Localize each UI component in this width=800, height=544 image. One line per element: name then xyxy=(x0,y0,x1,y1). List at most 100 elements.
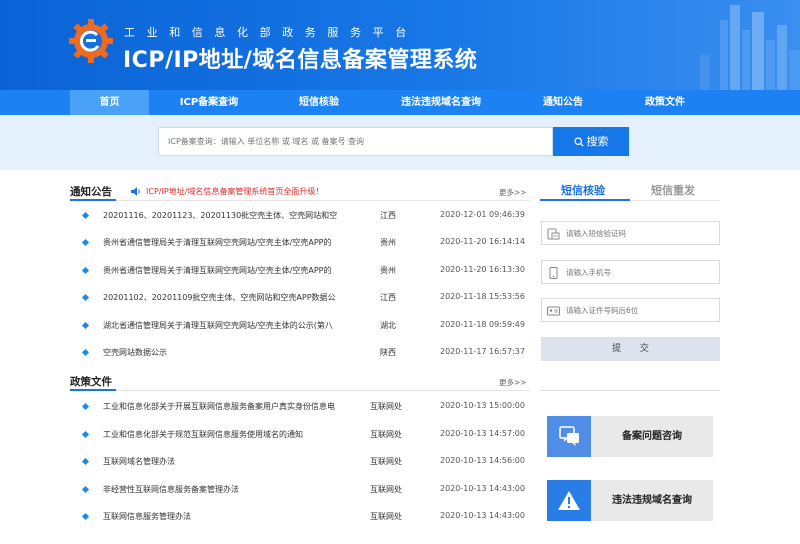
phone-input[interactable] xyxy=(566,264,716,280)
header-subtitle: 工业和信息化部政务服务平台 xyxy=(124,26,418,39)
nav-item-policies[interactable]: 政策文件 xyxy=(624,90,706,115)
policy-row[interactable]: 工业和信息化部关于开展互联网信息服务备案用户真实身份信息电 互联网处 2020-10… xyxy=(70,400,530,414)
policy-title[interactable]: 工业和信息化部关于规范互联网信息服务使用域名的通知 xyxy=(103,429,343,440)
policy-date: 2020-10-13 15:00:00 xyxy=(440,401,525,410)
nav-item-sms-verify[interactable]: 短信核验 xyxy=(280,90,358,115)
nav-item-icp-query[interactable]: ICP备案查询 xyxy=(160,90,258,115)
policy-date: 2020-10-13 14:43:00 xyxy=(440,511,525,520)
policy-department: 互联网处 xyxy=(370,512,402,521)
speaker-icon xyxy=(131,187,140,196)
bullet-icon xyxy=(81,293,90,302)
notices-underline xyxy=(70,199,116,201)
notice-marquee[interactable]: ICP/IP地址/域名信息备案管理系统首页全面升级！ xyxy=(146,186,323,197)
consult-card[interactable]: 备案问题咨询 xyxy=(547,416,713,457)
bullet-icon xyxy=(81,348,90,357)
policy-department: 互联网处 xyxy=(370,485,402,494)
sms-code-input[interactable] xyxy=(566,225,716,241)
city-skyline-decoration xyxy=(700,5,800,90)
illegal-domain-card[interactable]: 违法违规域名查询 xyxy=(547,480,713,521)
chat-bubble-icon xyxy=(547,416,591,457)
policy-title[interactable]: 互联网信息服务管理办法 xyxy=(103,511,343,522)
nav-item-notices[interactable]: 通知公告 xyxy=(522,90,604,115)
search-button[interactable]: 搜索 xyxy=(553,127,629,156)
id-card-icon xyxy=(547,306,560,316)
notice-row[interactable]: 空壳网站数据公示 陕西 2020-11-17 16:57:37 xyxy=(70,346,530,360)
notice-row[interactable]: 20201102、20201109批空壳主体、空壳网站和空壳APP数据公 江西 20… xyxy=(70,291,530,305)
notice-region: 湖北 xyxy=(380,321,396,330)
nav-item-home[interactable]: 首页 xyxy=(70,90,149,115)
submit-button[interactable]: 提 交 xyxy=(541,337,720,361)
tab-sms-resend[interactable]: 短信重发 xyxy=(651,182,695,198)
notices-title: 通知公告 xyxy=(70,186,112,198)
notice-title[interactable]: 贵州省通信管理局关于清理互联网空壳网站/空壳主体/空壳APP的 xyxy=(103,265,343,276)
notice-date: 2020-11-18 09:59:49 xyxy=(440,320,525,329)
notice-region: 江西 xyxy=(380,293,396,302)
search-icon xyxy=(573,137,584,147)
bullet-icon xyxy=(81,211,90,220)
policies-underline xyxy=(70,389,116,391)
notice-region: 贵州 xyxy=(380,238,396,247)
policies-title: 政策文件 xyxy=(70,376,112,388)
main-nav: 首页 ICP备案查询 短信核验 违法违规域名查询 通知公告 政策文件 xyxy=(0,90,800,115)
policy-row[interactable]: 非经营性互联网信息服务备案管理办法 互联网处 2020-10-13 14:43:00 xyxy=(70,483,530,497)
bullet-icon xyxy=(81,238,90,247)
policy-date: 2020-10-13 14:43:00 xyxy=(440,484,525,493)
notice-title[interactable]: 贵州省通信管理局关于清理互联网空壳网站/空壳主体/空壳APP的 xyxy=(103,237,343,248)
notice-row[interactable]: 20201116、20201123、20201130批空壳主体、空壳网站和空 江西… xyxy=(70,209,530,223)
policy-title[interactable]: 非经营性互联网信息服务备案管理办法 xyxy=(103,484,343,495)
policies-divider xyxy=(70,390,530,391)
site-header: 工业和信息化部政务服务平台 ICP/IP地址/域名信息备案管理系统 xyxy=(0,0,800,90)
notice-row[interactable]: 湖北省通信管理局关于清理互联网空壳网站/空壳主体的公示(第八 湖北 2020-11-… xyxy=(70,319,530,333)
policy-department: 互联网处 xyxy=(370,402,402,411)
sms-tab-underline xyxy=(540,199,630,201)
icp-search-input[interactable] xyxy=(158,127,553,156)
policy-row[interactable]: 工业和信息化部关于规范互联网信息服务使用域名的通知 互联网处 2020-10-13 … xyxy=(70,428,530,442)
id-number-field xyxy=(541,298,720,322)
notice-region: 陕西 xyxy=(380,348,396,357)
notice-title[interactable]: 20201116、20201123、20201130批空壳主体、空壳网站和空 xyxy=(103,210,343,221)
sms-code-field xyxy=(541,221,720,245)
policy-date: 2020-10-13 14:57:00 xyxy=(440,429,525,438)
notice-region: 江西 xyxy=(380,211,396,220)
notices-divider xyxy=(70,200,530,201)
notice-date: 2020-11-20 16:14:14 xyxy=(440,237,525,246)
policy-row[interactable]: 互联网信息服务管理办法 互联网处 2020-10-13 14:43:00 xyxy=(70,510,530,524)
header-title: ICP/IP地址/域名信息备案管理系统 xyxy=(123,48,478,73)
policy-department: 互联网处 xyxy=(370,430,402,439)
bullet-icon xyxy=(81,485,90,494)
notice-row[interactable]: 贵州省通信管理局关于清理互联网空壳网站/空壳主体/空壳APP的 贵州 2020-11… xyxy=(70,264,530,278)
bullet-icon xyxy=(81,457,90,466)
bullet-icon xyxy=(81,266,90,275)
notice-title[interactable]: 20201102、20201109批空壳主体、空壳网站和空壳APP数据公 xyxy=(103,292,343,303)
notice-row[interactable]: 贵州省通信管理局关于清理互联网空壳网站/空壳主体/空壳APP的 贵州 2020-11… xyxy=(70,236,530,250)
notice-title[interactable]: 空壳网站数据公示 xyxy=(103,347,343,358)
policy-row[interactable]: 互联网域名管理办法 互联网处 2020-10-13 14:56:00 xyxy=(70,455,530,469)
policy-title[interactable]: 互联网域名管理办法 xyxy=(103,456,343,467)
sidebar-divider xyxy=(540,390,720,391)
illegal-domain-card-label: 违法违规域名查询 xyxy=(612,495,692,506)
notice-date: 2020-11-18 15:53:56 xyxy=(440,292,525,301)
policy-department: 互联网处 xyxy=(370,457,402,466)
tab-sms-verify[interactable]: 短信核验 xyxy=(561,182,605,198)
policies-more-link[interactable]: 更多>> xyxy=(499,377,527,388)
consult-card-label: 备案问题咨询 xyxy=(622,431,682,442)
policy-date: 2020-10-13 14:56:00 xyxy=(440,456,525,465)
search-band: 搜索 xyxy=(0,115,800,170)
notice-date: 2020-11-17 16:57:37 xyxy=(440,347,525,356)
bullet-icon xyxy=(81,512,90,521)
mobile-phone-icon xyxy=(549,267,558,279)
search-button-label: 搜索 xyxy=(586,135,609,148)
notice-region: 贵州 xyxy=(380,266,396,275)
phone-field xyxy=(541,260,720,284)
bullet-icon xyxy=(81,430,90,439)
id-number-input[interactable] xyxy=(566,302,716,318)
miit-gear-logo-icon xyxy=(69,19,113,63)
policy-title[interactable]: 工业和信息化部关于开展互联网信息服务备案用户真实身份信息电 xyxy=(103,401,343,412)
bullet-icon xyxy=(81,402,90,411)
notice-date: 2020-11-20 16:13:30 xyxy=(440,265,525,274)
notice-title[interactable]: 湖北省通信管理局关于清理互联网空壳网站/空壳主体的公示(第八 xyxy=(103,320,343,331)
notice-date: 2020-12-01 09:46:39 xyxy=(440,210,525,219)
nav-item-illegal-domain[interactable]: 违法违规域名查询 xyxy=(384,90,498,115)
bullet-icon xyxy=(81,321,90,330)
notices-more-link[interactable]: 更多>> xyxy=(499,187,527,198)
